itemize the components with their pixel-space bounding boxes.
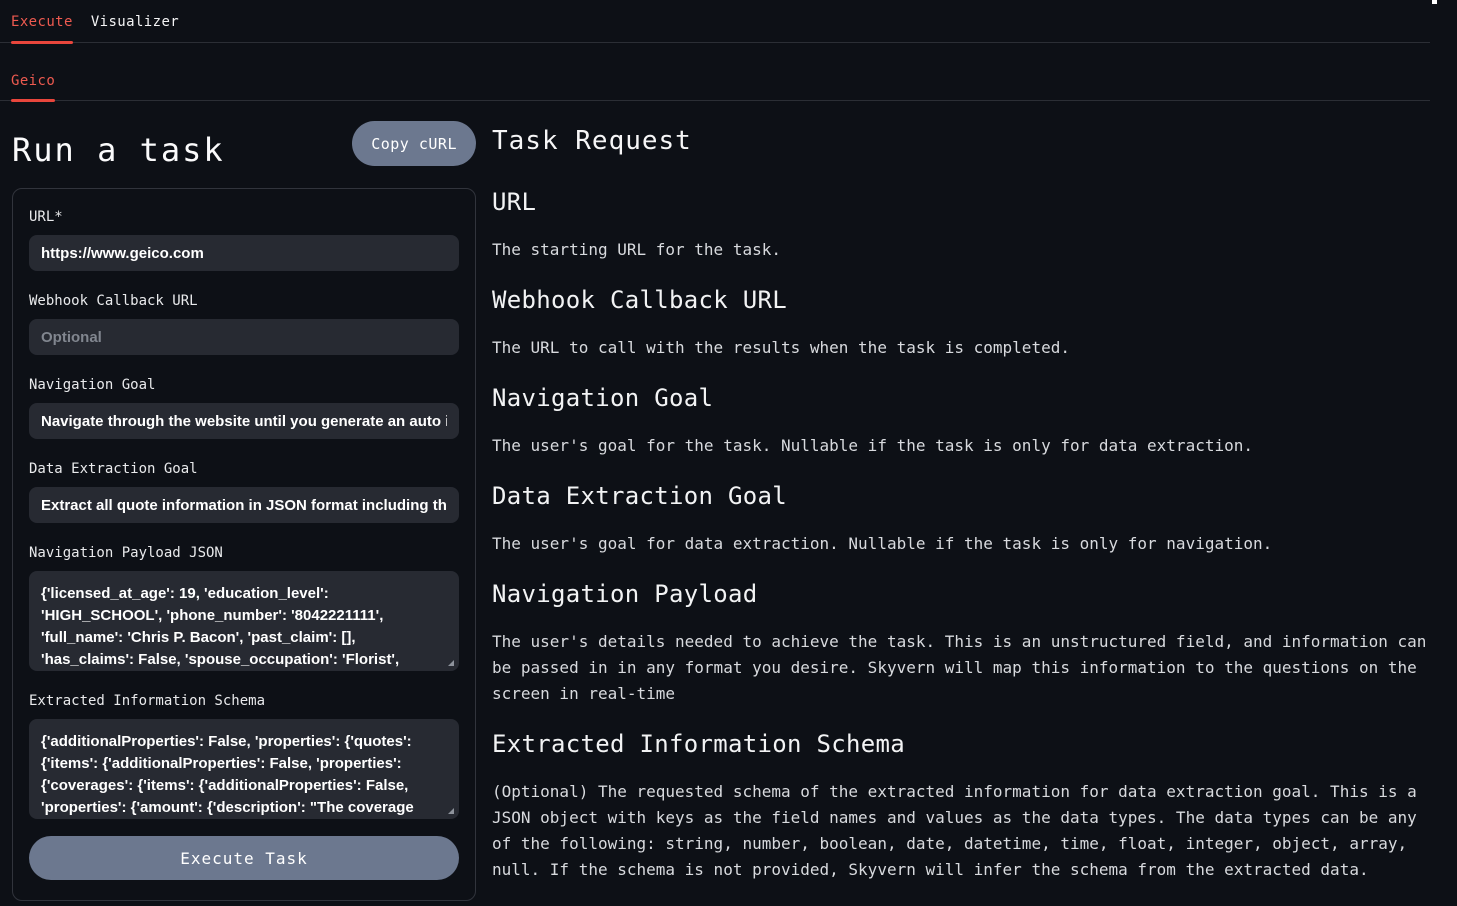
task-request-docs: Task Request URL The starting URL for th… [492, 101, 1432, 906]
section-heading: Navigation Payload [492, 580, 1432, 609]
data-extraction-goal-label: Data Extraction Goal [29, 461, 459, 477]
section-heading: URL [492, 188, 1432, 217]
copy-curl-button[interactable]: Copy cURL [352, 121, 476, 166]
section-description: The user's details needed to achieve the… [492, 629, 1432, 707]
data-extraction-goal-input[interactable] [29, 487, 459, 523]
execute-task-button[interactable]: Execute Task [29, 836, 459, 880]
section-description: The URL to call with the results when th… [492, 335, 1432, 361]
extracted-schema-wrap: {'additionalProperties': False, 'propert… [29, 719, 459, 819]
tab-visualizer[interactable]: Visualizer [91, 14, 179, 42]
task-form-card: URL* Webhook Callback URL Navigation Goa… [12, 188, 476, 901]
navigation-payload-label: Navigation Payload JSON [29, 545, 459, 561]
section-webhook-callback-url: Webhook Callback URL The URL to call wit… [492, 286, 1432, 361]
section-extracted-information-schema: Extracted Information Schema (Optional) … [492, 730, 1432, 883]
section-description: (Optional) The requested schema of the e… [492, 779, 1432, 883]
section-heading: Extracted Information Schema [492, 730, 1432, 759]
section-description: The starting URL for the task. [492, 237, 1432, 263]
navigation-goal-label: Navigation Goal [29, 377, 459, 393]
navigation-goal-input[interactable] [29, 403, 459, 439]
resize-grip-icon[interactable] [448, 808, 454, 814]
section-description: The user's goal for the task. Nullable i… [492, 433, 1432, 459]
section-heading: Navigation Goal [492, 384, 1432, 413]
run-task-panel: Run a task Copy cURL URL* Webhook Callba… [12, 101, 476, 906]
navigation-payload-textarea[interactable]: {'licensed_at_age': 19, 'education_level… [29, 571, 459, 671]
section-navigation-payload: Navigation Payload The user's details ne… [492, 580, 1432, 707]
tab-execute[interactable]: Execute [11, 14, 73, 42]
section-heading: Data Extraction Goal [492, 482, 1432, 511]
section-description: The user's goal for data extraction. Nul… [492, 531, 1432, 557]
url-input[interactable] [29, 235, 459, 271]
navigation-payload-wrap: {'licensed_at_age': 19, 'education_level… [29, 571, 459, 671]
content-area: Run a task Copy cURL URL* Webhook Callba… [0, 101, 1457, 906]
run-task-header: Run a task Copy cURL [12, 121, 476, 169]
app-root: Execute Visualizer Geico Run a task Copy… [0, 0, 1457, 906]
scrollbar-thumb[interactable] [1432, 0, 1437, 4]
docs-title: Task Request [492, 125, 1432, 157]
webhook-url-input[interactable] [29, 319, 459, 355]
section-heading: Webhook Callback URL [492, 286, 1432, 315]
extracted-schema-label: Extracted Information Schema [29, 693, 459, 709]
section-navigation-goal: Navigation Goal The user's goal for the … [492, 384, 1432, 459]
resize-grip-icon[interactable] [448, 660, 454, 666]
url-label: URL* [29, 209, 459, 225]
page-title: Run a task [12, 131, 225, 169]
extracted-schema-textarea[interactable]: {'additionalProperties': False, 'propert… [29, 719, 459, 819]
section-url: URL The starting URL for the task. [492, 188, 1432, 263]
task-tabbar: Geico [0, 43, 1430, 101]
webhook-url-label: Webhook Callback URL [29, 293, 459, 309]
main-tabbar: Execute Visualizer [0, 0, 1430, 43]
tab-geico[interactable]: Geico [11, 73, 55, 100]
section-data-extraction-goal: Data Extraction Goal The user's goal for… [492, 482, 1432, 557]
